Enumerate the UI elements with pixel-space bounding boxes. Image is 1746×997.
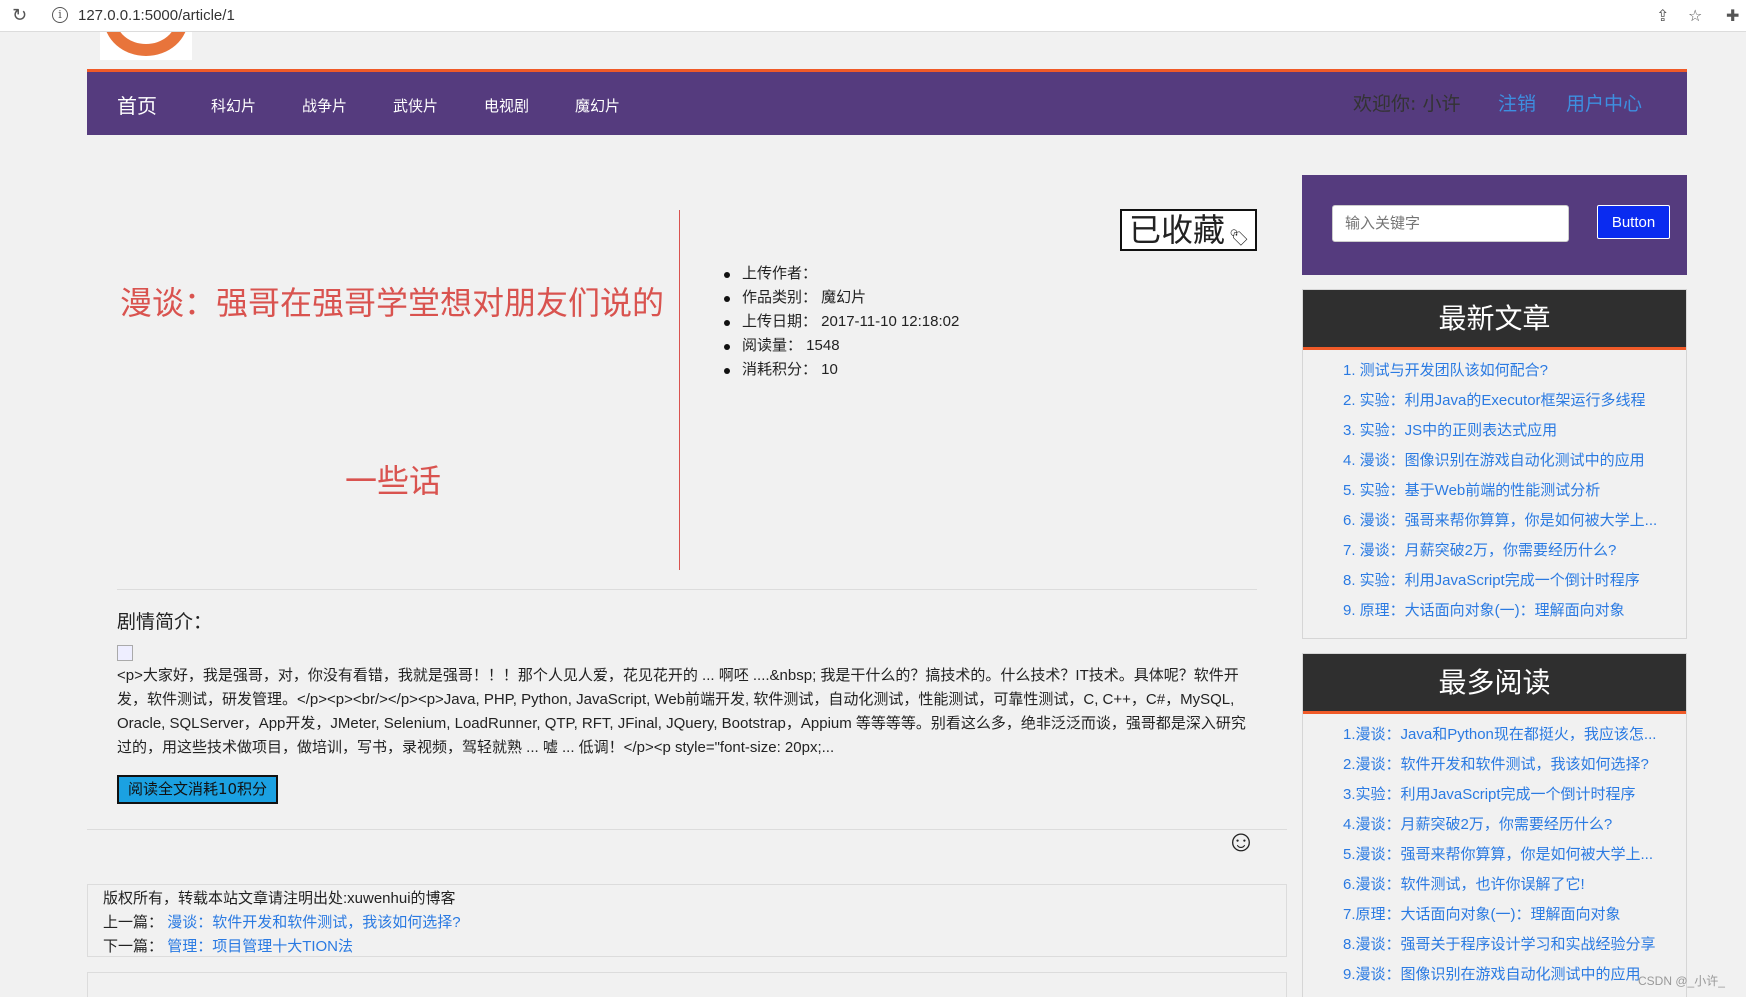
bookmark-star-icon[interactable]: ☆ bbox=[1688, 6, 1702, 26]
prev-label: 上一篇： bbox=[103, 914, 163, 931]
popular-link[interactable]: 5.漫谈：强哥来帮你算算，你是如何被大学上... bbox=[1343, 846, 1653, 863]
list-item[interactable]: 8.漫谈：强哥关于程序设计学习和实战经验分享 bbox=[1343, 930, 1686, 960]
list-item[interactable]: 1.漫谈：Java和Python现在都挺火，我应该怎... bbox=[1343, 720, 1686, 750]
search-panel: Button bbox=[1302, 175, 1687, 275]
latest-link[interactable]: 7. 漫谈：月薪突破2万，你需要经历什么? bbox=[1343, 542, 1616, 559]
tag-icon: 🏷 bbox=[1229, 219, 1249, 257]
prev-article-link[interactable]: 漫谈：软件开发和软件测试，我该如何选择? bbox=[167, 914, 460, 931]
read-full-article-button[interactable]: 阅读全文消耗10积分 bbox=[117, 775, 278, 804]
nav-home[interactable]: 首页 bbox=[117, 90, 157, 119]
list-item[interactable]: 2.漫谈：软件开发和软件测试，我该如何选择? bbox=[1343, 750, 1686, 780]
meta-views: 阅读量： 1548 bbox=[722, 334, 959, 358]
list-item[interactable]: 3. 实验：JS中的正则表达式应用 bbox=[1343, 416, 1686, 446]
article-title-line1: 漫谈：强哥在强哥学堂想对朋友们说的 bbox=[120, 278, 664, 324]
popular-link[interactable]: 2.漫谈：软件开发和软件测试，我该如何选择? bbox=[1343, 756, 1649, 773]
reload-icon[interactable]: ↻ bbox=[12, 5, 27, 26]
list-item[interactable]: 5.漫谈：强哥来帮你算算，你是如何被大学上... bbox=[1343, 840, 1686, 870]
welcome-text: 欢迎你: 小许 bbox=[1353, 89, 1460, 116]
collect-label: 已收藏 bbox=[1129, 211, 1225, 249]
popular-link[interactable]: 6.漫谈：软件测试，也许你误解了它! bbox=[1343, 876, 1585, 893]
meta-date: 上传日期： 2017-11-10 12:18:02 bbox=[722, 310, 959, 334]
next-label: 下一篇： bbox=[103, 938, 163, 955]
browser-toolbar: ↻ i 127.0.0.1:5000/article/1 ⇪ ☆ ✚ bbox=[0, 0, 1746, 32]
latest-articles-list: 1. 测试与开发团队该如何配合? 2. 实验：利用Java的Executor框架… bbox=[1303, 350, 1686, 626]
latest-link[interactable]: 2. 实验：利用Java的Executor框架运行多线程 bbox=[1343, 392, 1646, 409]
article-title-area: 漫谈：强哥在强哥学堂想对朋友们说的 一些话 bbox=[110, 210, 680, 570]
collect-button[interactable]: 已收藏 🏷 bbox=[1120, 209, 1257, 251]
share-icon[interactable]: ⇪ bbox=[1656, 6, 1669, 26]
most-read-list: 1.漫谈：Java和Python现在都挺火，我应该怎... 2.漫谈：软件开发和… bbox=[1303, 714, 1686, 990]
list-item[interactable]: 6.漫谈：软件测试，也许你误解了它! bbox=[1343, 870, 1686, 900]
copyright-text: 版权所有，转载本站文章请注明出处:xuwenhui的博客 bbox=[103, 887, 1271, 911]
extensions-icon[interactable]: ✚ bbox=[1726, 6, 1739, 26]
list-item[interactable]: 7. 漫谈：月薪突破2万，你需要经历什么? bbox=[1343, 536, 1686, 566]
article-title-line2: 一些话 bbox=[345, 456, 441, 502]
meta-author: 上传作者： bbox=[722, 262, 959, 286]
list-item[interactable]: 1. 测试与开发团队该如何配合? bbox=[1343, 356, 1686, 386]
logout-link[interactable]: 注销 bbox=[1498, 89, 1536, 116]
popular-link[interactable]: 1.漫谈：Java和Python现在都挺火，我应该怎... bbox=[1343, 726, 1656, 743]
synopsis-label: 剧情简介： bbox=[117, 607, 212, 634]
list-item[interactable]: 9. 原理：大话面向对象(一)：理解面向对象 bbox=[1343, 596, 1686, 626]
search-button[interactable]: Button bbox=[1597, 205, 1670, 239]
next-article-row: 下一篇： 管理：项目管理十大TION法 bbox=[103, 935, 1271, 959]
list-item[interactable]: 4. 漫谈：图像识别在游戏自动化测试中的应用 bbox=[1343, 446, 1686, 476]
latest-link[interactable]: 5. 实验：基于Web前端的性能测试分析 bbox=[1343, 482, 1600, 499]
site-logo[interactable] bbox=[100, 32, 192, 60]
popular-link[interactable]: 7.原理：大话面向对象(一)：理解面向对象 bbox=[1343, 906, 1621, 923]
latest-link[interactable]: 9. 原理：大话面向对象(一)：理解面向对象 bbox=[1343, 602, 1625, 619]
latest-link[interactable]: 6. 漫谈：强哥来帮你算算，你是如何被大学上... bbox=[1343, 512, 1657, 529]
main-navbar: 首页 科幻片 战争片 武侠片 电视剧 魔幻片 欢迎你: 小许 注销 用户中心 bbox=[87, 69, 1687, 135]
list-item[interactable]: 9.漫谈：图像识别在游戏自动化测试中的应用 bbox=[1343, 960, 1686, 990]
site-info-icon[interactable]: i bbox=[52, 7, 68, 23]
list-item[interactable]: 8. 实验：利用JavaScript完成一个倒计时程序 bbox=[1343, 566, 1686, 596]
list-item[interactable]: 5. 实验：基于Web前端的性能测试分析 bbox=[1343, 476, 1686, 506]
address-bar[interactable]: 127.0.0.1:5000/article/1 bbox=[78, 7, 235, 24]
latest-link[interactable]: 8. 实验：利用JavaScript完成一个倒计时程序 bbox=[1343, 572, 1640, 589]
popular-link[interactable]: 9.漫谈：图像识别在游戏自动化测试中的应用 bbox=[1343, 966, 1641, 983]
nav-wuxia[interactable]: 武侠片 bbox=[393, 95, 438, 116]
list-item[interactable]: 3.实验：利用JavaScript完成一个倒计时程序 bbox=[1343, 780, 1686, 810]
latest-link[interactable]: 4. 漫谈：图像识别在游戏自动化测试中的应用 bbox=[1343, 452, 1645, 469]
next-article-link[interactable]: 管理：项目管理十大TION法 bbox=[167, 938, 353, 955]
synopsis-text: <p>大家好，我是强哥，对，你没有看错，我就是强哥！！！那个人见人爱，花见花开的… bbox=[117, 664, 1257, 760]
most-read-title: 最多阅读 bbox=[1303, 654, 1686, 714]
broken-image-icon bbox=[117, 645, 133, 661]
nav-war[interactable]: 战争片 bbox=[302, 95, 347, 116]
article-meta-list: 上传作者： 作品类别： 魔幻片 上传日期： 2017-11-10 12:18:0… bbox=[722, 262, 959, 382]
search-input[interactable] bbox=[1332, 205, 1569, 242]
welcome-prefix: 欢迎你: bbox=[1353, 93, 1422, 115]
list-item[interactable]: 7.原理：大话面向对象(一)：理解面向对象 bbox=[1343, 900, 1686, 930]
meta-category: 作品类别： 魔幻片 bbox=[722, 286, 959, 310]
popular-link[interactable]: 8.漫谈：强哥关于程序设计学习和实战经验分享 bbox=[1343, 936, 1656, 953]
divider bbox=[117, 589, 1257, 590]
meta-points: 消耗积分： 10 bbox=[722, 358, 959, 382]
latest-link[interactable]: 3. 实验：JS中的正则表达式应用 bbox=[1343, 422, 1557, 439]
watermark: CSDN @_小许_ bbox=[1638, 972, 1725, 989]
comment-box bbox=[87, 972, 1287, 997]
list-item[interactable]: 2. 实验：利用Java的Executor框架运行多线程 bbox=[1343, 386, 1686, 416]
popular-link[interactable]: 4.漫谈：月薪突破2万，你需要经历什么? bbox=[1343, 816, 1612, 833]
user-center-link[interactable]: 用户中心 bbox=[1566, 89, 1642, 116]
divider bbox=[87, 829, 1287, 830]
list-item[interactable]: 6. 漫谈：强哥来帮你算算，你是如何被大学上... bbox=[1343, 506, 1686, 536]
prev-article-row: 上一篇： 漫谈：软件开发和软件测试，我该如何选择? bbox=[103, 911, 1271, 935]
copyright-box: 版权所有，转载本站文章请注明出处:xuwenhui的博客 上一篇： 漫谈：软件开… bbox=[87, 884, 1287, 957]
smiley-icon[interactable]: ☺ bbox=[1225, 826, 1257, 858]
most-read-panel: 最多阅读 1.漫谈：Java和Python现在都挺火，我应该怎... 2.漫谈：… bbox=[1302, 653, 1687, 997]
list-item[interactable]: 4.漫谈：月薪突破2万，你需要经历什么? bbox=[1343, 810, 1686, 840]
popular-link[interactable]: 3.实验：利用JavaScript完成一个倒计时程序 bbox=[1343, 786, 1636, 803]
nav-fantasy[interactable]: 魔幻片 bbox=[575, 95, 620, 116]
latest-link[interactable]: 1. 测试与开发团队该如何配合? bbox=[1343, 362, 1548, 379]
nav-tv[interactable]: 电视剧 bbox=[484, 95, 529, 116]
latest-articles-panel: 最新文章 1. 测试与开发团队该如何配合? 2. 实验：利用Java的Execu… bbox=[1302, 289, 1687, 639]
latest-articles-title: 最新文章 bbox=[1303, 290, 1686, 350]
username: 小许 bbox=[1422, 93, 1460, 115]
nav-scifi[interactable]: 科幻片 bbox=[211, 95, 256, 116]
